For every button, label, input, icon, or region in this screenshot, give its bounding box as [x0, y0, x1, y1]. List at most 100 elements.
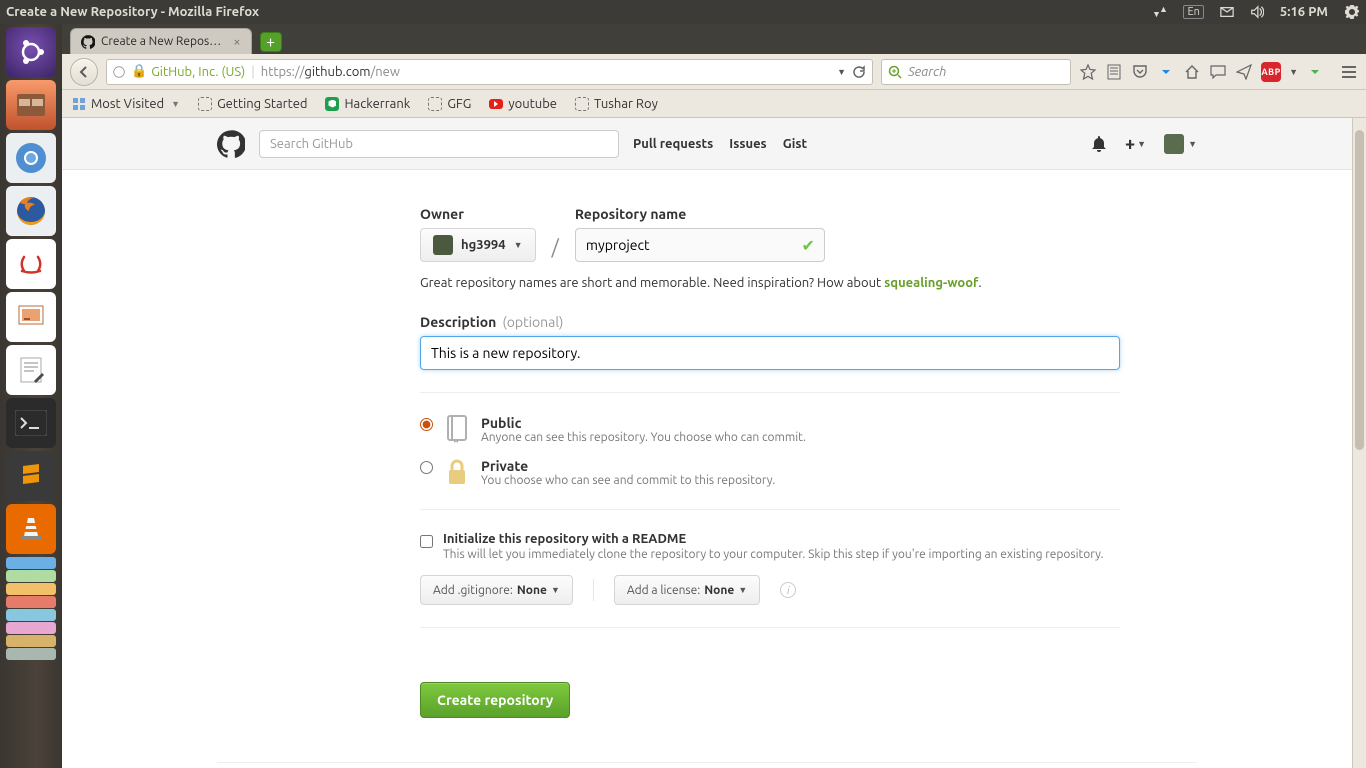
description-input[interactable] [420, 336, 1120, 370]
user-menu[interactable]: ▼ [1164, 134, 1197, 154]
hamburger-menu-icon[interactable] [1340, 63, 1358, 81]
launcher-firefox[interactable] [6, 186, 56, 236]
bookmark-hackerrank[interactable]: Hackerrank [325, 97, 410, 111]
chat-icon[interactable] [1209, 63, 1227, 81]
search-plus-icon [888, 65, 902, 79]
page-icon [198, 97, 212, 111]
launcher-vlc[interactable] [6, 504, 56, 554]
launcher-stack[interactable] [6, 622, 56, 634]
gear-icon[interactable] [1344, 4, 1360, 20]
launcher-stack[interactable] [6, 583, 56, 595]
launcher-gedit[interactable] [6, 345, 56, 395]
github-header: Search GitHub Pull requests Issues Gist … [62, 118, 1352, 170]
bookmark-most-visited[interactable]: Most Visited▼ [72, 97, 180, 111]
create-repository-button[interactable]: Create repository [420, 682, 570, 718]
clock[interactable]: 5:16 PM [1280, 5, 1328, 19]
github-logo-icon[interactable] [217, 130, 245, 158]
launcher-stack[interactable] [6, 635, 56, 647]
chevron-down-icon: ▼ [514, 240, 523, 250]
launcher-terminal[interactable] [6, 398, 56, 448]
lock-icon: 🔒 [131, 64, 147, 79]
license-info-icon[interactable]: i [780, 582, 796, 598]
bookmarks-bar: Most Visited▼ Getting Started Hackerrank… [62, 90, 1366, 118]
check-icon: ✔ [801, 236, 814, 255]
launcher-sublime[interactable] [6, 451, 56, 501]
repo-icon [445, 415, 469, 443]
gitignore-select[interactable]: Add .gitignore: None▼ [420, 575, 573, 605]
pocket-icon[interactable] [1131, 63, 1149, 81]
suggestion-link[interactable]: squealing-woof [884, 276, 978, 290]
launcher-app-1[interactable] [6, 239, 56, 289]
volume-icon[interactable] [1250, 5, 1264, 19]
license-select[interactable]: Add a license: None▼ [614, 575, 760, 605]
owner-label: Owner [420, 206, 536, 222]
url-bar[interactable]: 🔒 GitHub, Inc. (US) | https://github.com… [106, 59, 873, 85]
nav-issues[interactable]: Issues [729, 137, 766, 151]
readme-checkbox[interactable] [420, 535, 433, 548]
github-nav: Pull requests Issues Gist [633, 137, 807, 151]
create-new-dropdown[interactable]: +▼ [1125, 134, 1146, 154]
globe-icon [113, 66, 125, 78]
init-readme[interactable]: Initialize this repository with a README… [420, 532, 1120, 561]
url-history-dropdown-icon[interactable]: ▼ [837, 67, 846, 77]
bookmark-star-icon[interactable] [1079, 63, 1097, 81]
download-manager-icon[interactable] [1306, 63, 1324, 81]
private-radio[interactable] [420, 461, 433, 474]
launcher-stack[interactable] [6, 609, 56, 621]
page-icon [428, 97, 442, 111]
firefox-chrome: Create a New Repos… × + 🔒 GitHub, Inc. (… [62, 24, 1366, 118]
new-repo-form: Owner hg3994 ▼ / Repository name ✔ Great… [420, 206, 1120, 718]
github-search-input[interactable]: Search GitHub [259, 130, 619, 158]
navbar: 🔒 GitHub, Inc. (US) | https://github.com… [62, 54, 1366, 90]
reponame-input[interactable] [575, 228, 825, 262]
bookmark-youtube[interactable]: youtube [489, 97, 557, 111]
launcher-dash[interactable] [6, 27, 56, 77]
github-footer: © 2015 GitHub, Inc. Terms Privacy Securi… [217, 762, 1197, 768]
visibility-private[interactable]: Private You choose who can see and commi… [420, 458, 1120, 487]
back-button[interactable] [70, 58, 98, 86]
launcher-stack[interactable] [6, 570, 56, 582]
tabstrip: Create a New Repos… × + [62, 24, 1366, 54]
public-radio[interactable] [420, 418, 433, 431]
keyboard-lang-indicator[interactable]: En [1183, 5, 1203, 19]
tab-title: Create a New Repos… [101, 35, 221, 48]
adblock-icon[interactable]: ABP [1261, 62, 1281, 82]
home-icon[interactable] [1183, 63, 1201, 81]
reponame-label: Repository name [575, 206, 825, 222]
launcher-stack[interactable] [6, 648, 56, 660]
description-label: Description(optional) [420, 314, 1120, 330]
bookmarks-list-icon[interactable] [1105, 63, 1123, 81]
bookmark-getting-started[interactable]: Getting Started [198, 97, 307, 111]
mail-icon[interactable] [1220, 5, 1234, 19]
notifications-icon[interactable] [1091, 136, 1107, 152]
site-identity: GitHub, Inc. (US) [151, 65, 245, 79]
page-viewport: Search GitHub Pull requests Issues Gist … [62, 118, 1352, 768]
launcher-chromium[interactable] [6, 133, 56, 183]
hackerrank-icon [325, 97, 339, 111]
new-tab-button[interactable]: + [260, 32, 282, 52]
launcher-stack[interactable] [6, 557, 56, 569]
ubuntu-menubar: Create a New Repository - Mozilla Firefo… [0, 0, 1366, 24]
github-favicon-icon [81, 35, 95, 49]
owner-select[interactable]: hg3994 ▼ [420, 228, 536, 262]
launcher-files[interactable] [6, 80, 56, 130]
visibility-public[interactable]: Public Anyone can see this repository. Y… [420, 415, 1120, 444]
vertical-scrollbar[interactable] [1352, 118, 1366, 768]
bookmark-gfg[interactable]: GFG [428, 97, 471, 111]
youtube-icon [489, 99, 503, 109]
search-bar[interactable]: Search [881, 59, 1071, 85]
launcher-impress[interactable] [6, 292, 56, 342]
bookmark-tushar[interactable]: Tushar Roy [575, 97, 658, 111]
owner-avatar [433, 235, 453, 255]
abp-dropdown-icon[interactable]: ▼ [1289, 67, 1298, 77]
nav-pull-requests[interactable]: Pull requests [633, 137, 713, 151]
name-tip: Great repository names are short and mem… [420, 276, 1120, 290]
launcher-stack[interactable] [6, 596, 56, 608]
network-icon[interactable] [1153, 5, 1167, 19]
close-tab-icon[interactable]: × [233, 35, 240, 49]
send-icon[interactable] [1235, 63, 1253, 81]
downloads-icon[interactable] [1157, 63, 1175, 81]
nav-gist[interactable]: Gist [783, 137, 807, 151]
reload-icon[interactable] [852, 65, 866, 79]
browser-tab[interactable]: Create a New Repos… × [70, 28, 252, 54]
